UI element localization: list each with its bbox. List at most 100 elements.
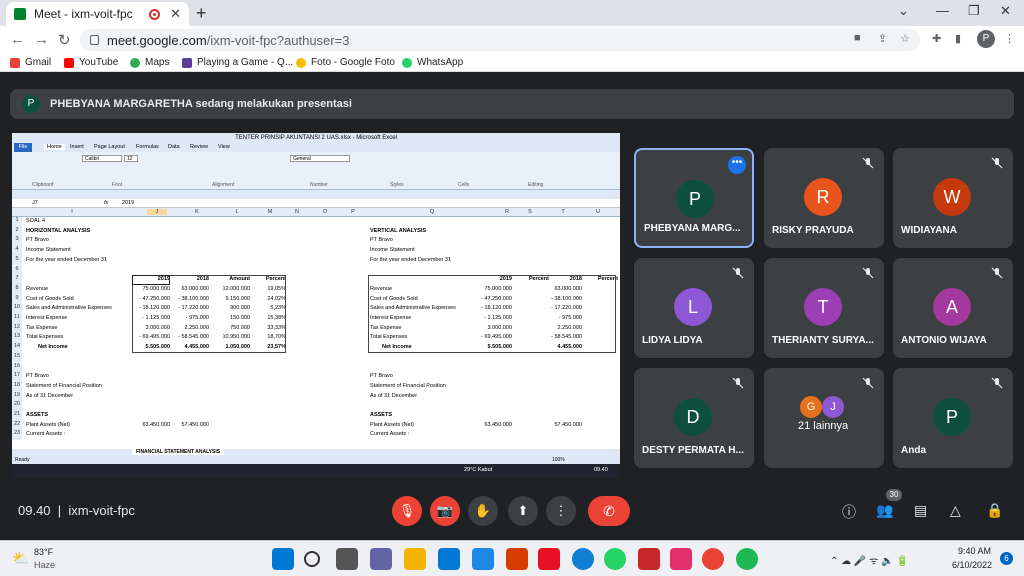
participant-tile[interactable]: A ANTONIO WIJAYA	[893, 258, 1013, 358]
participant-tile[interactable]: W WIDIAYANA	[893, 148, 1013, 248]
row-header[interactable]: 7	[12, 275, 22, 285]
row-header[interactable]: 23	[12, 430, 22, 441]
participant-tile[interactable]: L LIDYA LIDYA	[634, 258, 754, 358]
participant-tile[interactable]: P Anda	[893, 368, 1013, 468]
row-header[interactable]: 1	[12, 217, 22, 227]
cell[interactable]: Cost of Goods Sold	[26, 296, 74, 303]
spotify-icon[interactable]	[736, 548, 758, 570]
mcafee-icon[interactable]	[638, 548, 660, 570]
row-header[interactable]: 17	[12, 372, 22, 382]
clock-time[interactable]: 9:40 AM	[958, 546, 991, 556]
row-header[interactable]: 4	[12, 246, 22, 256]
instagram-icon[interactable]	[670, 548, 692, 570]
lens-icon[interactable]	[472, 548, 494, 570]
excel-tab-home[interactable]: Home	[44, 144, 65, 150]
excel-tab-page-layout[interactable]: Page Layout	[94, 144, 125, 150]
bookmark-photos[interactable]: Foto - Google Foto	[296, 57, 395, 68]
cell[interactable]: Current Assets :	[370, 431, 409, 438]
people-icon[interactable]: 👥	[876, 502, 893, 519]
row-header[interactable]: 9	[12, 294, 22, 305]
cell[interactable]: 57.450.000	[550, 422, 582, 429]
participant-tile[interactable]: G J 21 lainnya	[764, 368, 884, 468]
start-icon[interactable]	[272, 548, 294, 570]
cell[interactable]: Plant Assets (Net)	[26, 422, 70, 429]
cell[interactable]: Income Statement	[26, 247, 71, 254]
cell[interactable]: Plant Assets (Net)	[370, 422, 414, 429]
row-header[interactable]: 10	[12, 304, 22, 314]
cell[interactable]: For the year ended December 31	[26, 257, 107, 264]
cell[interactable]: 57.450.000	[175, 422, 209, 429]
font-name-box[interactable]: Calibri	[82, 155, 122, 162]
row-header[interactable]: 8	[12, 284, 22, 295]
cell[interactable]: 63.450.000	[480, 422, 512, 429]
cell[interactable]: As of 31 December	[26, 393, 73, 400]
row-header[interactable]: 20	[12, 401, 22, 411]
weather-temp[interactable]: 83°F	[34, 547, 53, 557]
row-header[interactable]: 22	[12, 420, 22, 431]
more-options-icon[interactable]: •••	[728, 156, 746, 174]
close-window-button[interactable]: ✕	[1000, 3, 1011, 19]
bookmark-youtube[interactable]: YouTube	[64, 57, 118, 68]
end-call-button[interactable]: ✆	[588, 496, 630, 526]
host-controls-icon[interactable]: 🔒	[986, 502, 1003, 519]
camera-icon[interactable]: ■	[854, 32, 861, 44]
row-header[interactable]: 12	[12, 323, 22, 334]
chrome-icon[interactable]	[702, 548, 724, 570]
more-options-button[interactable]: ⋮	[546, 496, 576, 526]
file-explorer-icon[interactable]	[404, 548, 426, 570]
excel-tab-view[interactable]: View	[218, 144, 230, 150]
camera-off-button[interactable]: 📷	[430, 496, 460, 526]
row-header[interactable]: 5	[12, 255, 22, 266]
font-size-box[interactable]: 12	[124, 155, 138, 162]
bookmark-whatsapp[interactable]: WhatsApp	[402, 57, 463, 68]
present-button[interactable]: ⬆	[508, 496, 538, 526]
cell[interactable]: Current Assets :	[26, 431, 65, 438]
extensions-icon[interactable]: ✚	[932, 32, 941, 45]
cell[interactable]: HORIZONTAL ANALYSIS	[26, 228, 90, 235]
close-tab-icon[interactable]: ✕	[170, 6, 181, 22]
profile-avatar[interactable]: P	[977, 30, 995, 48]
cell[interactable]: VERTICAL ANALYSIS	[370, 228, 426, 235]
cell[interactable]: Statement of Financial Position	[370, 383, 446, 390]
teams-icon[interactable]	[370, 548, 392, 570]
number-format-box[interactable]: General	[290, 155, 350, 162]
row-header[interactable]: 3	[12, 236, 22, 247]
browser-tab[interactable]: Meet - ixm-voit-fpc ✕	[6, 2, 189, 26]
cell[interactable]: Total Expenses	[26, 334, 63, 341]
excel-tab-formulas[interactable]: Formulas	[136, 144, 159, 150]
cell[interactable]: Revenue	[26, 286, 48, 293]
cell[interactable]: ASSETS	[26, 412, 48, 419]
participant-tile[interactable]: T THERIANTY SURYA...	[764, 258, 884, 358]
cell[interactable]: As of 31 December	[370, 393, 417, 400]
chat-icon[interactable]: ▤	[914, 502, 927, 519]
row-header[interactable]: 14	[12, 343, 22, 353]
task-view-icon[interactable]	[336, 548, 358, 570]
clock-date[interactable]: 6/10/2022	[952, 560, 992, 570]
row-header[interactable]: 15	[12, 352, 22, 363]
row-header[interactable]: 2	[12, 226, 22, 237]
mail-icon[interactable]	[438, 548, 460, 570]
row-header[interactable]: 21	[12, 411, 22, 421]
cell[interactable]: Net Income	[38, 344, 68, 351]
bookmark-quizizz[interactable]: Playing a Game - Q...	[182, 57, 293, 68]
mic-off-button[interactable]: 🎙	[392, 496, 422, 526]
cell[interactable]: PT Bravo	[370, 237, 393, 244]
cell[interactable]: Statement of Financial Position	[26, 383, 102, 390]
url-input[interactable]: meet.google.com /ixm-voit-fpc?authuser=3	[80, 29, 920, 51]
bookmark-maps[interactable]: Maps	[130, 57, 169, 68]
search-icon[interactable]	[304, 551, 320, 567]
excel-file-tab[interactable]: File	[14, 143, 32, 152]
spreadsheet-grid[interactable]: 1 2 3 4 5 6 7 8 9 10 11 12 13 14 15 16 17 18 19 20 21 22 23 SOA…	[12, 217, 620, 451]
excel-tab-insert[interactable]: Insert	[70, 144, 84, 150]
row-header[interactable]: 11	[12, 314, 22, 324]
row-header[interactable]: 19	[12, 391, 22, 402]
participant-tile[interactable]: D DESTY PERMATA H...	[634, 368, 754, 468]
notification-badge[interactable]: 6	[1000, 552, 1013, 565]
excel-tab-data[interactable]: Data	[168, 144, 180, 150]
edge-icon[interactable]	[572, 548, 594, 570]
cell[interactable]: 63.450.000	[136, 422, 170, 429]
restore-button[interactable]: ❐	[968, 3, 980, 19]
share-icon[interactable]: ⇪	[878, 32, 887, 45]
tray-icons[interactable]: ⌃ ☁ 🎤 ᯤ 🔈 🔋	[830, 553, 909, 567]
row-header[interactable]: 6	[12, 265, 22, 276]
